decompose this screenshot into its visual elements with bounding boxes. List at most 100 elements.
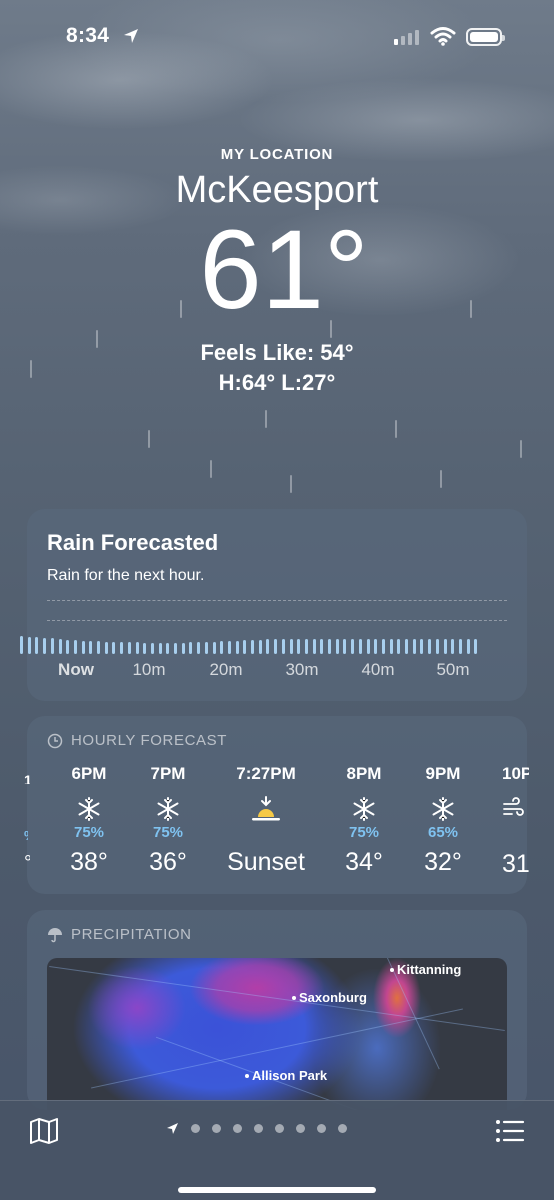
rain-bar	[281, 639, 285, 654]
rain-bar	[112, 641, 116, 654]
rain-bar	[343, 639, 347, 654]
rain-bar	[320, 639, 324, 654]
rain-bar	[304, 639, 308, 654]
rain-card-subtitle: Rain for the next hour.	[47, 567, 205, 584]
map-place-label: Kittanning	[390, 962, 461, 977]
rain-bar	[35, 637, 39, 654]
rain-streak	[440, 470, 442, 488]
sunset-icon	[211, 794, 321, 824]
page-dot	[317, 1124, 326, 1133]
hour-temp: 38°	[70, 848, 108, 876]
rain-streak	[395, 420, 397, 438]
rain-bar	[89, 641, 93, 654]
hour-temp: 31	[502, 850, 529, 878]
rain-bar	[243, 640, 247, 654]
rain-bar	[81, 641, 85, 654]
current-temperature: 61°	[199, 207, 369, 332]
rain-card-title: Rain Forecasted	[47, 530, 219, 555]
hour-label: 10P	[502, 764, 529, 783]
precipitation-card[interactable]: PRECIPITATION Kittanning Saxonburg Allis…	[27, 910, 527, 1110]
rain-bar	[174, 643, 177, 654]
location-arrow-icon	[124, 29, 138, 43]
page-dot	[254, 1124, 263, 1133]
hour-label: 6PM	[71, 764, 107, 783]
battery-icon	[466, 28, 505, 46]
map-icon[interactable]	[28, 1117, 60, 1145]
snowflake-icon	[403, 794, 483, 824]
rain-bar	[189, 642, 193, 654]
hour-label: 7:27PM	[236, 764, 296, 783]
rain-bar	[235, 640, 239, 654]
rain-bar	[120, 642, 124, 654]
list-icon[interactable]	[494, 1117, 526, 1145]
rain-bar	[435, 639, 439, 654]
hourly-forecast-header: HOURLY FORECAST	[47, 732, 227, 749]
axis-label: 40m	[361, 660, 395, 679]
my-location-label: MY LOCATION	[220, 146, 334, 163]
page-dot	[233, 1124, 242, 1133]
snowflake-icon	[128, 794, 208, 824]
axis-label: 30m	[285, 660, 319, 679]
rain-bar	[381, 639, 385, 654]
feels-like: Feels Like: 54°	[200, 340, 354, 365]
axis-label: Now	[58, 660, 94, 679]
hour-label: 7PM	[150, 764, 186, 783]
chart-gridline	[47, 600, 507, 601]
bottom-toolbar	[0, 1100, 554, 1200]
hour-item: 7PM 75% 36°	[128, 764, 208, 877]
status-bar: 8:34	[0, 24, 554, 52]
page-indicator[interactable]	[166, 1122, 347, 1135]
hour-label: 8PM	[346, 764, 382, 783]
rain-bar	[274, 639, 278, 654]
hour-item-partial: 10P 31	[502, 764, 529, 884]
rain-bar	[351, 639, 355, 654]
hour-item: 9PM 65% 32°	[403, 764, 483, 877]
partial-hour-temp: °	[24, 852, 30, 872]
precip-chance: 75%	[348, 824, 380, 841]
rain-bar	[58, 639, 62, 654]
page-dot	[212, 1124, 221, 1133]
rain-streak	[520, 440, 522, 458]
rain-bar	[389, 639, 393, 654]
precipitation-map[interactable]: Kittanning Saxonburg Allison Park	[47, 958, 507, 1110]
hour-item: 8PM 75% 34°	[324, 764, 404, 877]
rain-bar	[20, 636, 23, 654]
snowflake-icon	[324, 794, 404, 824]
rain-bar	[266, 639, 270, 654]
chart-gridline	[47, 620, 507, 621]
rain-streak	[290, 475, 292, 493]
home-indicator	[178, 1187, 376, 1193]
page-dot	[275, 1124, 284, 1133]
rain-streak	[210, 460, 212, 478]
axis-label: 10m	[132, 660, 166, 679]
rain-streak	[148, 430, 150, 448]
rain-bar	[258, 639, 262, 654]
rain-bar	[135, 642, 139, 654]
hour-temp: 34°	[345, 848, 383, 876]
rain-bar	[50, 638, 54, 654]
axis-label: 50m	[436, 660, 470, 679]
hour-temp: Sunset	[227, 848, 305, 876]
rain-bar	[428, 639, 432, 654]
axis-label: 20m	[209, 660, 243, 679]
rain-bar	[43, 637, 47, 654]
rain-bar	[197, 642, 201, 654]
rain-intensity-chart	[20, 624, 480, 654]
rain-bar	[227, 640, 231, 654]
rain-bar	[451, 639, 455, 654]
umbrella-icon	[48, 927, 62, 942]
precip-chance: 75%	[73, 824, 105, 841]
rain-time-axis: Now 10m 20m 30m 40m 50m	[0, 660, 554, 684]
rain-bar	[150, 642, 154, 654]
page-dot	[338, 1124, 347, 1133]
hourly-forecast-strip[interactable]: 1 % ° 6PM 75% 38° 7PM 75% 36° 7:27PM Sun…	[0, 764, 554, 884]
page-dot	[191, 1124, 200, 1133]
rain-bar	[397, 639, 401, 654]
rain-bar	[312, 639, 316, 654]
partial-hour-precip: %	[24, 828, 28, 840]
rain-bar	[289, 639, 293, 654]
rain-bar	[297, 639, 301, 654]
map-place-label: Allison Park	[245, 1068, 327, 1083]
rain-bar	[458, 639, 462, 654]
cellular-signal-icon	[394, 30, 419, 45]
